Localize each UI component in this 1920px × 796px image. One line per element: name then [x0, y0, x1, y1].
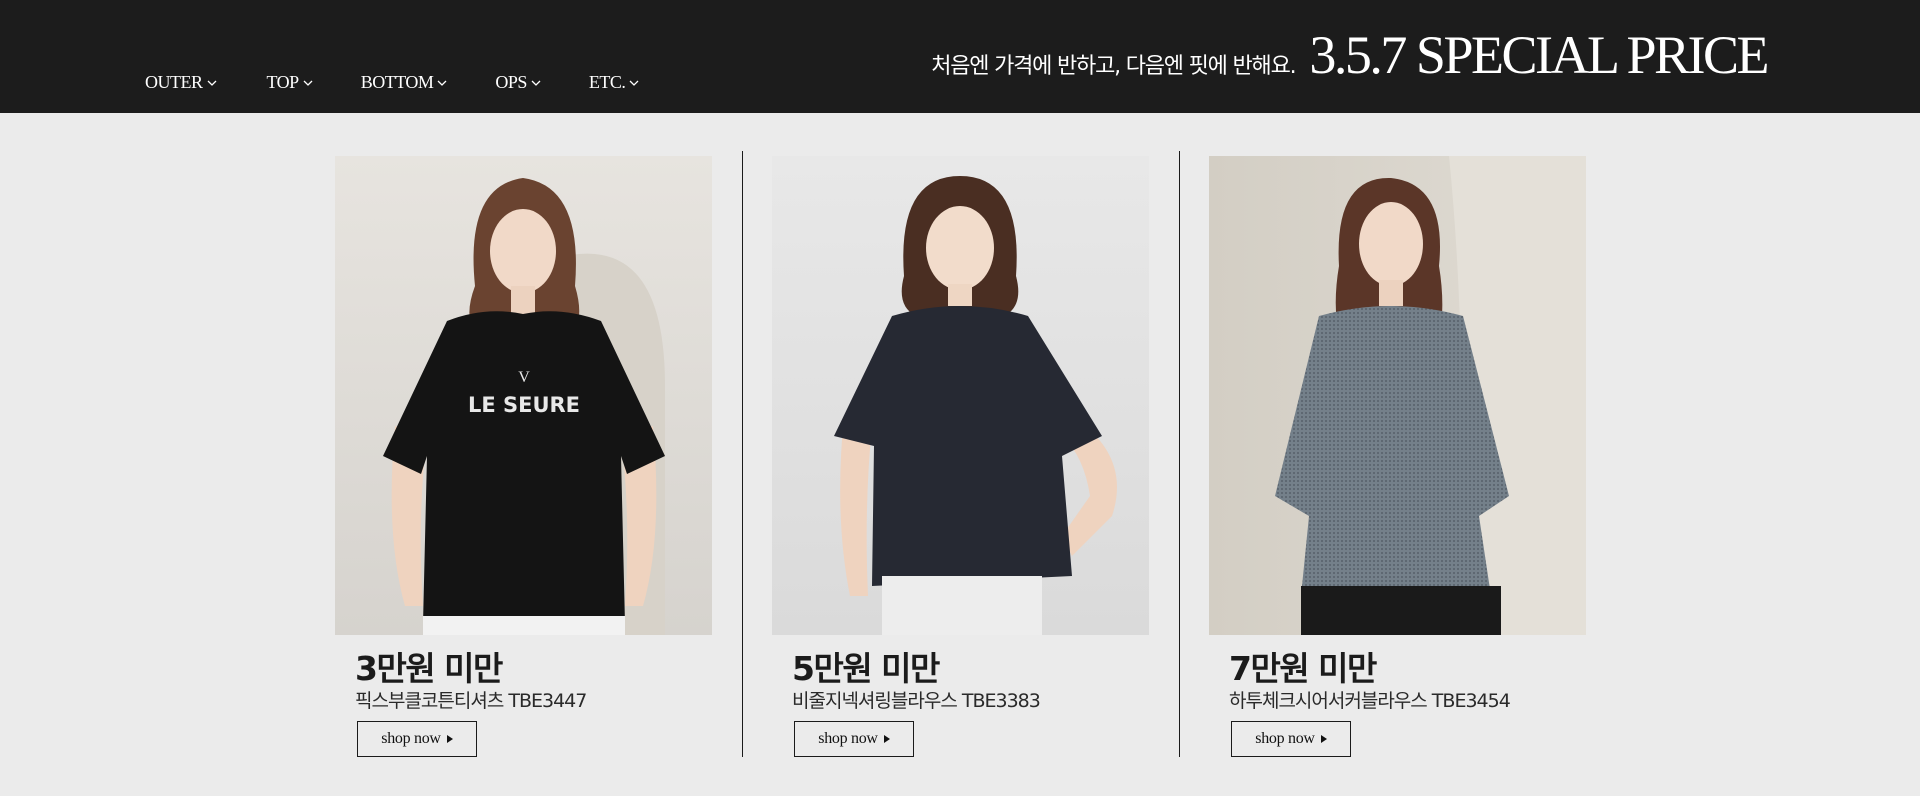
print-text: LE SEURE: [468, 393, 580, 417]
shop-now-label: shop now: [1255, 730, 1315, 747]
chevron-down-icon: [303, 78, 313, 88]
nav-item-label: TOP: [266, 72, 300, 92]
nav-item-top[interactable]: TOP: [267, 72, 313, 93]
promo-title: 3.5.7 SPECIAL PRICE: [1309, 25, 1769, 85]
promo-headline: 처음엔 가격에 반하고, 다음엔 핏에 반해요. 3.5.7 SPECIAL P…: [931, 25, 1769, 85]
product-name[interactable]: 픽스부클코튼티셔츠 TBE3447: [355, 686, 587, 713]
divider: [742, 151, 743, 757]
price-label: 3만원 미만: [355, 649, 503, 688]
price-label: 5만원 미만: [792, 649, 940, 688]
product-image[interactable]: [772, 156, 1149, 635]
product-image[interactable]: [1209, 156, 1586, 635]
play-arrow-icon: [446, 735, 453, 743]
nav-item-label: BOTTOM: [360, 72, 434, 92]
product-name[interactable]: 비줄지넥셔링블라우스 TBE3383: [792, 686, 1041, 713]
nav-item-etc[interactable]: ETC.: [589, 72, 640, 93]
print-mark: V: [518, 369, 530, 386]
divider: [1179, 151, 1180, 757]
chevron-down-icon: [437, 78, 447, 88]
nav-item-label: ETC.: [588, 72, 626, 92]
top-bar: OUTER TOP BOTTOM OPS ETC. 처음엔 가격에 반하고, 다…: [0, 0, 1920, 113]
product-name[interactable]: 하투체크시어서커블라우스 TBE3454: [1229, 686, 1511, 713]
promo-tagline: 처음엔 가격에 반하고, 다음엔 핏에 반해요.: [931, 54, 1296, 79]
nav-item-ops[interactable]: OPS: [495, 72, 541, 93]
shop-now-button[interactable]: shop now: [794, 721, 914, 757]
product-card: 5만원 미만 비줄지넥셔링블라우스 TBE3383 shop now: [772, 156, 1149, 757]
nav-item-outer[interactable]: OUTER: [145, 72, 217, 93]
chevron-down-icon: [207, 78, 217, 88]
nav-item-label: OPS: [495, 72, 527, 92]
shop-now-label: shop now: [818, 730, 878, 747]
nav-item-label: OUTER: [145, 72, 203, 92]
product-image[interactable]: V LE SEURE: [335, 156, 712, 635]
category-nav: OUTER TOP BOTTOM OPS ETC.: [145, 72, 679, 93]
shop-now-button[interactable]: shop now: [1231, 721, 1351, 757]
product-card: V LE SEURE 3만원 미만 픽스부클코튼티셔츠 TBE3447 shop…: [335, 156, 712, 757]
price-label: 7만원 미만: [1229, 649, 1377, 688]
product-card: 7만원 미만 하투체크시어서커블라우스 TBE3454 shop now: [1209, 156, 1586, 757]
nav-item-bottom[interactable]: BOTTOM: [361, 72, 448, 93]
play-arrow-icon: [1320, 735, 1327, 743]
play-arrow-icon: [883, 735, 890, 743]
shop-now-label: shop now: [381, 730, 441, 747]
chevron-down-icon: [629, 78, 639, 88]
shop-now-button[interactable]: shop now: [357, 721, 477, 757]
chevron-down-icon: [531, 78, 541, 88]
